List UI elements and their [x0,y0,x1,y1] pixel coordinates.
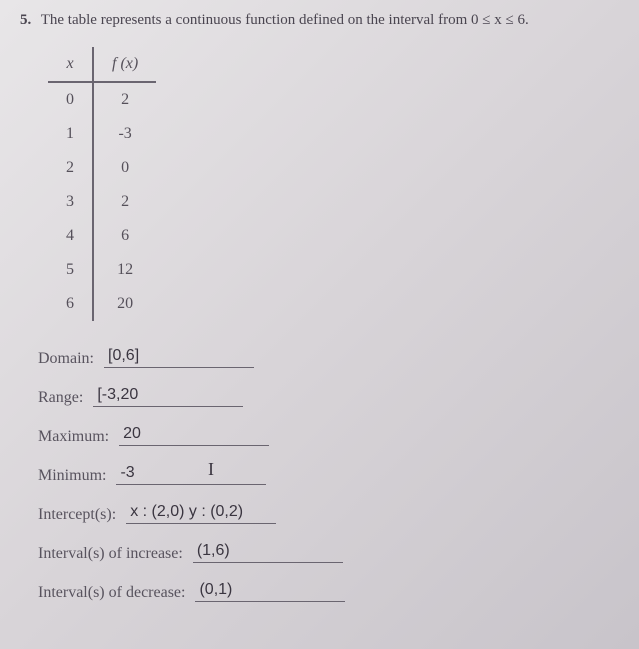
minimum-label: Minimum: [38,467,106,485]
function-table: x f (x) 0 2 1 -3 2 0 3 2 4 6 5 12 6 [48,47,156,321]
range-label: Range: [38,389,83,407]
maximum-value[interactable]: 20 [119,425,269,446]
range-value[interactable]: [-3,20 [93,386,243,407]
table-row: 0 2 [48,82,156,117]
table-row: 4 6 [48,219,156,253]
cell-x: 5 [48,253,93,287]
increase-row: Interval(s) of increase: (1,6) [38,542,619,563]
question-number: 5. [20,12,31,28]
question-text: 5. The table represents a continuous fun… [20,12,619,29]
table-row: 6 20 [48,287,156,321]
decrease-value[interactable]: (0,1) [195,581,345,602]
minimum-row: Minimum: -3 [38,464,619,485]
cell-x: 4 [48,219,93,253]
table-header-row: x f (x) [48,47,156,82]
question-body-2: 0 ≤ x ≤ 6. [471,12,529,28]
cell-fx: 20 [93,287,156,321]
intercepts-value[interactable]: x : (2,0) y : (0,2) [126,503,276,524]
header-x: x [48,47,93,82]
increase-label: Interval(s) of increase: [38,545,183,563]
decrease-row: Interval(s) of decrease: (0,1) [38,581,619,602]
range-row: Range: [-3,20 [38,386,619,407]
cell-x: 1 [48,117,93,151]
text-cursor-icon: I [208,459,214,480]
cell-fx: 2 [93,82,156,117]
intercepts-label: Intercept(s): [38,506,116,524]
maximum-row: Maximum: 20 [38,425,619,446]
answers-section: Domain: [0,6] Range: [-3,20 Maximum: 20 … [38,347,619,602]
cell-fx: 2 [93,185,156,219]
cell-fx: 12 [93,253,156,287]
table-row: 1 -3 [48,117,156,151]
cell-fx: 6 [93,219,156,253]
cell-x: 0 [48,82,93,117]
maximum-label: Maximum: [38,428,109,446]
question-body-1: The table represents a continuous functi… [41,12,471,28]
intercepts-row: Intercept(s): x : (2,0) y : (0,2) [38,503,619,524]
table-row: 5 12 [48,253,156,287]
cell-x: 2 [48,151,93,185]
increase-value[interactable]: (1,6) [193,542,343,563]
domain-label: Domain: [38,350,94,368]
cell-x: 6 [48,287,93,321]
table-row: 3 2 [48,185,156,219]
domain-row: Domain: [0,6] [38,347,619,368]
decrease-label: Interval(s) of decrease: [38,584,185,602]
header-fx: f (x) [93,47,156,82]
cell-fx: 0 [93,151,156,185]
cell-x: 3 [48,185,93,219]
domain-value[interactable]: [0,6] [104,347,254,368]
table-row: 2 0 [48,151,156,185]
minimum-value[interactable]: -3 [116,464,266,485]
cell-fx: -3 [93,117,156,151]
